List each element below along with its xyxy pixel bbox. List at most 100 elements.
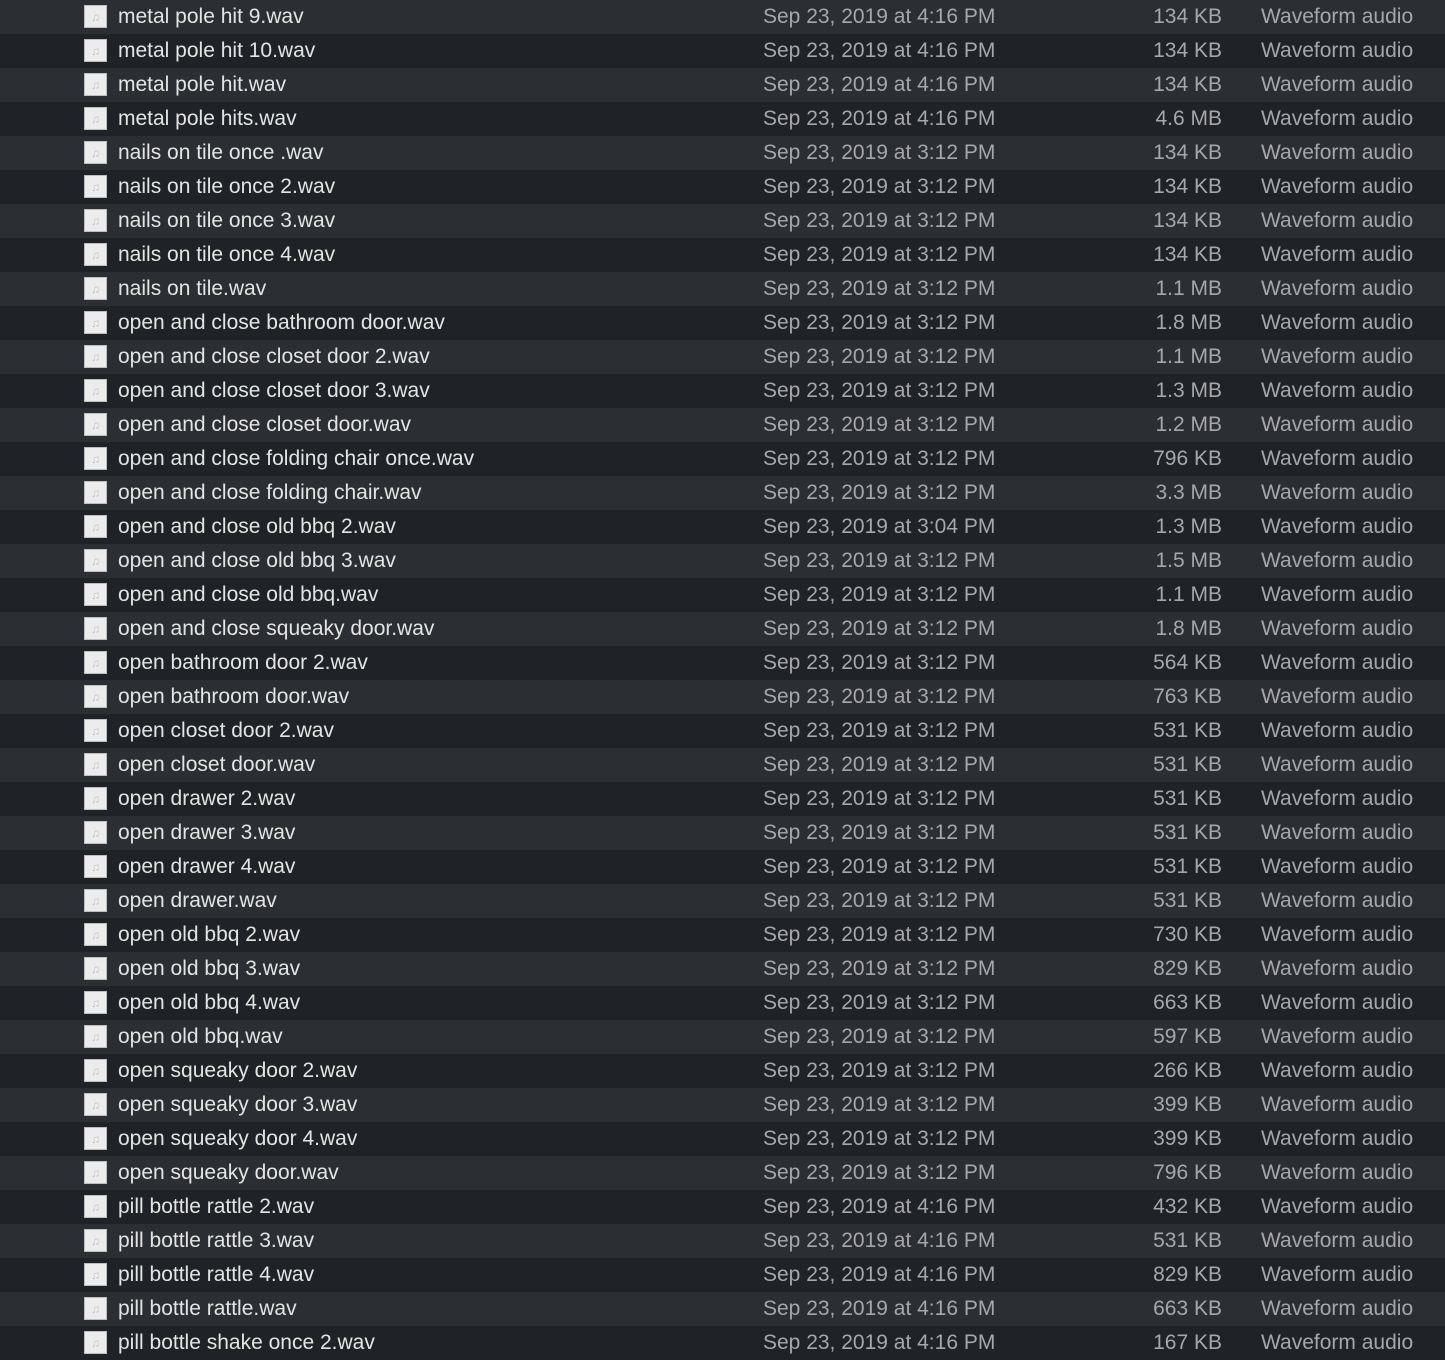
file-name: nails on tile once 2.wav — [118, 175, 336, 198]
file-size: 531 KB — [1153, 855, 1222, 878]
file-kind: Waveform audio — [1261, 855, 1414, 878]
file-date-modified: Sep 23, 2019 at 3:12 PM — [763, 787, 996, 810]
file-kind: Waveform audio — [1261, 39, 1414, 62]
file-name: open and close closet door.wav — [118, 413, 412, 436]
file-row[interactable]: ♫ nails on tile once 4.wav Sep 23, 2019 at… — [0, 238, 1445, 272]
file-row[interactable]: ♫ open bathroom door 2.wav Sep 23, 2019 at… — [0, 646, 1445, 680]
file-date-modified: Sep 23, 2019 at 3:12 PM — [763, 923, 996, 946]
file-row[interactable]: ♫ nails on tile once 3.wav Sep 23, 2019 at… — [0, 204, 1445, 238]
file-kind: Waveform audio — [1261, 481, 1414, 504]
file-row[interactable]: ♫ nails on tile.wav Sep 23, 2019 at 3:12 P… — [0, 272, 1445, 306]
file-kind: Waveform audio — [1261, 991, 1414, 1014]
file-kind: Waveform audio — [1261, 1025, 1414, 1048]
audio-file-icon: ♫ — [84, 821, 107, 844]
file-date-modified: Sep 23, 2019 at 3:12 PM — [763, 1127, 996, 1150]
audio-file-icon: ♫ — [84, 957, 107, 980]
file-row[interactable]: ♫ open and close old bbq 3.wav Sep 23, 201… — [0, 544, 1445, 578]
file-row[interactable]: ♫ pill bottle rattle 4.wav Sep 23, 2019 at… — [0, 1258, 1445, 1292]
file-name: nails on tile.wav — [118, 277, 267, 300]
file-size: 134 KB — [1153, 141, 1222, 164]
file-kind: Waveform audio — [1261, 515, 1414, 538]
file-size: 531 KB — [1153, 889, 1222, 912]
file-row[interactable]: ♫ nails on tile once .wav Sep 23, 2019 at … — [0, 136, 1445, 170]
file-row[interactable]: ♫ open bathroom door.wav Sep 23, 2019 at 3… — [0, 680, 1445, 714]
audio-file-icon: ♫ — [84, 1195, 107, 1218]
file-kind: Waveform audio — [1261, 889, 1414, 912]
file-row[interactable]: ♫ open squeaky door 2.wav Sep 23, 2019 at … — [0, 1054, 1445, 1088]
audio-file-icon: ♫ — [84, 1297, 107, 1320]
file-name: open bathroom door 2.wav — [118, 651, 368, 674]
audio-file-icon: ♫ — [84, 277, 107, 300]
audio-file-icon: ♫ — [84, 209, 107, 232]
file-row[interactable]: ♫ open drawer.wav Sep 23, 2019 at 3:12 PM 5… — [0, 884, 1445, 918]
file-row[interactable]: ♫ open and close folding chair once.wav Se… — [0, 442, 1445, 476]
file-size: 796 KB — [1153, 447, 1222, 470]
file-row[interactable]: ♫ open squeaky door.wav Sep 23, 2019 at 3:… — [0, 1156, 1445, 1190]
file-kind: Waveform audio — [1261, 379, 1414, 402]
file-date-modified: Sep 23, 2019 at 3:12 PM — [763, 957, 996, 980]
file-list: ♫ metal pole hit 9.wav Sep 23, 2019 at 4:1… — [0, 0, 1445, 1360]
file-date-modified: Sep 23, 2019 at 3:12 PM — [763, 175, 996, 198]
file-size: 564 KB — [1153, 651, 1222, 674]
file-date-modified: Sep 23, 2019 at 3:12 PM — [763, 855, 996, 878]
file-kind: Waveform audio — [1261, 1127, 1414, 1150]
file-row[interactable]: ♫ open closet door 2.wav Sep 23, 2019 at 3… — [0, 714, 1445, 748]
file-row[interactable]: ♫ open and close closet door.wav Sep 23, 2… — [0, 408, 1445, 442]
file-date-modified: Sep 23, 2019 at 3:12 PM — [763, 685, 996, 708]
file-row[interactable]: ♫ open and close bathroom door.wav Sep 23,… — [0, 306, 1445, 340]
file-row[interactable]: ♫ metal pole hit.wav Sep 23, 2019 at 4:16 … — [0, 68, 1445, 102]
file-row[interactable]: ♫ open and close folding chair.wav Sep 23,… — [0, 476, 1445, 510]
file-kind: Waveform audio — [1261, 1161, 1414, 1184]
audio-file-icon: ♫ — [84, 651, 107, 674]
file-row[interactable]: ♫ open and close old bbq.wav Sep 23, 2019 … — [0, 578, 1445, 612]
file-name: nails on tile once .wav — [118, 141, 324, 164]
audio-file-icon: ♫ — [84, 991, 107, 1014]
file-date-modified: Sep 23, 2019 at 3:12 PM — [763, 583, 996, 606]
file-kind: Waveform audio — [1261, 821, 1414, 844]
file-size: 1.3 MB — [1155, 379, 1222, 402]
file-row[interactable]: ♫ open and close closet door 2.wav Sep 23,… — [0, 340, 1445, 374]
file-row[interactable]: ♫ pill bottle rattle 2.wav Sep 23, 2019 at… — [0, 1190, 1445, 1224]
file-row[interactable]: ♫ pill bottle shake once 2.wav Sep 23, 201… — [0, 1326, 1445, 1360]
file-row[interactable]: ♫ metal pole hit 9.wav Sep 23, 2019 at 4:1… — [0, 0, 1445, 34]
file-row[interactable]: ♫ open old bbq 3.wav Sep 23, 2019 at 3:12 … — [0, 952, 1445, 986]
file-name: open squeaky door.wav — [118, 1161, 339, 1184]
file-kind: Waveform audio — [1261, 311, 1414, 334]
file-row[interactable]: ♫ open squeaky door 4.wav Sep 23, 2019 at … — [0, 1122, 1445, 1156]
file-row[interactable]: ♫ open and close old bbq 2.wav Sep 23, 201… — [0, 510, 1445, 544]
file-name: nails on tile once 4.wav — [118, 243, 336, 266]
file-row[interactable]: ♫ metal pole hits.wav Sep 23, 2019 at 4:16… — [0, 102, 1445, 136]
file-date-modified: Sep 23, 2019 at 3:12 PM — [763, 413, 996, 436]
file-date-modified: Sep 23, 2019 at 3:12 PM — [763, 719, 996, 742]
file-date-modified: Sep 23, 2019 at 4:16 PM — [763, 1229, 996, 1252]
file-size: 4.6 MB — [1155, 107, 1222, 130]
file-kind: Waveform audio — [1261, 719, 1414, 742]
file-row[interactable]: ♫ pill bottle rattle.wav Sep 23, 2019 at 4… — [0, 1292, 1445, 1326]
file-kind: Waveform audio — [1261, 1059, 1414, 1082]
file-row[interactable]: ♫ metal pole hit 10.wav Sep 23, 2019 at 4:… — [0, 34, 1445, 68]
file-row[interactable]: ♫ open old bbq 4.wav Sep 23, 2019 at 3:12 … — [0, 986, 1445, 1020]
file-row[interactable]: ♫ open drawer 2.wav Sep 23, 2019 at 3:12 P… — [0, 782, 1445, 816]
audio-file-icon: ♫ — [84, 1025, 107, 1048]
file-date-modified: Sep 23, 2019 at 3:12 PM — [763, 345, 996, 368]
file-date-modified: Sep 23, 2019 at 3:12 PM — [763, 447, 996, 470]
file-row[interactable]: ♫ open drawer 4.wav Sep 23, 2019 at 3:12 P… — [0, 850, 1445, 884]
file-row[interactable]: ♫ open drawer 3.wav Sep 23, 2019 at 3:12 P… — [0, 816, 1445, 850]
file-name: pill bottle rattle 3.wav — [118, 1229, 315, 1252]
file-row[interactable]: ♫ open closet door.wav Sep 23, 2019 at 3:1… — [0, 748, 1445, 782]
audio-file-icon: ♫ — [84, 753, 107, 776]
audio-file-icon: ♫ — [84, 1229, 107, 1252]
audio-file-icon: ♫ — [84, 855, 107, 878]
audio-file-icon: ♫ — [84, 413, 107, 436]
file-date-modified: Sep 23, 2019 at 3:12 PM — [763, 141, 996, 164]
file-row[interactable]: ♫ open old bbq.wav Sep 23, 2019 at 3:12 PM… — [0, 1020, 1445, 1054]
file-row[interactable]: ♫ nails on tile once 2.wav Sep 23, 2019 at… — [0, 170, 1445, 204]
file-row[interactable]: ♫ open old bbq 2.wav Sep 23, 2019 at 3:12 … — [0, 918, 1445, 952]
file-name: nails on tile once 3.wav — [118, 209, 336, 232]
file-row[interactable]: ♫ open and close closet door 3.wav Sep 23,… — [0, 374, 1445, 408]
file-row[interactable]: ♫ open and close squeaky door.wav Sep 23, … — [0, 612, 1445, 646]
file-kind: Waveform audio — [1261, 447, 1414, 470]
file-size: 531 KB — [1153, 821, 1222, 844]
file-row[interactable]: ♫ pill bottle rattle 3.wav Sep 23, 2019 at… — [0, 1224, 1445, 1258]
file-row[interactable]: ♫ open squeaky door 3.wav Sep 23, 2019 at … — [0, 1088, 1445, 1122]
